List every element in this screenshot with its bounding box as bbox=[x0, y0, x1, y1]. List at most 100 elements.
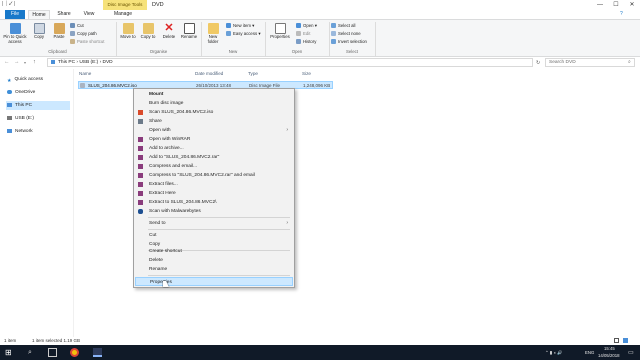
new-folder-button[interactable]: New folder bbox=[203, 23, 223, 44]
move-to-icon bbox=[122, 23, 134, 34]
copy-to-button[interactable]: Copy to bbox=[139, 23, 157, 39]
open-button[interactable]: Open ▾ bbox=[296, 23, 317, 29]
menu-item-add-archive[interactable]: Add to archive... bbox=[135, 144, 293, 153]
menu-item-share[interactable]: Share bbox=[135, 117, 293, 126]
copy-to-icon bbox=[142, 23, 154, 34]
menu-item-open-winrar[interactable]: Open with WinRAR bbox=[135, 135, 293, 144]
pin-label: Pin to Quick access bbox=[3, 34, 27, 44]
nav-network[interactable]: Network bbox=[6, 127, 70, 136]
menu-separator bbox=[148, 229, 290, 230]
history-label: History bbox=[303, 39, 317, 44]
help-icon[interactable]: ? bbox=[620, 11, 623, 17]
clock-time[interactable]: 15:45 bbox=[604, 346, 615, 351]
nav-usb[interactable]: USB (E:) bbox=[6, 114, 70, 123]
menu-item-extract-files[interactable]: Extract files... bbox=[135, 180, 293, 189]
address-field[interactable]: This PC › USB (E:) › DVD bbox=[47, 58, 533, 67]
open-icon bbox=[296, 23, 301, 29]
quick-access-toolbar[interactable]: | ⏐ ✓ | bbox=[2, 1, 15, 7]
menu-label: Extract files... bbox=[149, 182, 178, 187]
paste-shortcut-button[interactable]: Paste shortcut bbox=[70, 39, 104, 45]
nav-onedrive[interactable]: OneDrive bbox=[6, 88, 70, 97]
minimize-button[interactable]: — bbox=[592, 0, 608, 10]
maximize-button[interactable]: ☐ bbox=[608, 0, 624, 10]
submenu-arrow-icon: › bbox=[286, 127, 288, 133]
column-size[interactable]: Size bbox=[302, 71, 311, 76]
cut-button[interactable]: Cut bbox=[70, 23, 84, 29]
edit-button[interactable]: Edit bbox=[296, 31, 311, 37]
menu-item-burn[interactable]: Burn disc image bbox=[135, 99, 293, 108]
select-all-button[interactable]: Select all bbox=[331, 23, 355, 29]
nav-quick-access[interactable]: ★ Quick access bbox=[6, 75, 70, 84]
easy-access-button[interactable]: Easy access ▾ bbox=[226, 31, 260, 37]
recent-dropdown-icon[interactable]: ▾ bbox=[24, 60, 26, 65]
move-to-button[interactable]: Move to bbox=[119, 23, 137, 39]
winrar-icon bbox=[138, 200, 143, 205]
menu-item-create-shortcut[interactable]: Create shortcut bbox=[135, 247, 293, 256]
tab-home[interactable]: Home bbox=[28, 10, 50, 19]
search-icon[interactable]: ⌕ bbox=[28, 348, 37, 357]
paste-shortcut-icon bbox=[70, 39, 75, 45]
menu-item-properties[interactable]: Properties bbox=[135, 277, 293, 286]
menu-item-delete[interactable]: Delete bbox=[135, 256, 293, 265]
address-bar-row: ← → ▾ ↑ This PC › USB (E:) › DVD ↻ Searc… bbox=[0, 57, 640, 68]
menu-item-compress-rar-email[interactable]: Compress to "SLUS_204.86.MVC2.rar" and e… bbox=[135, 171, 293, 180]
menu-item-add-rar[interactable]: Add to "SLUS_204.86.MVC2.rar" bbox=[135, 153, 293, 162]
column-type[interactable]: Type bbox=[248, 71, 258, 76]
network-icon bbox=[7, 128, 12, 133]
column-name[interactable]: Name bbox=[79, 71, 91, 76]
up-arrow-icon[interactable]: ↑ bbox=[33, 59, 36, 65]
new-item-button[interactable]: New item ▾ bbox=[226, 23, 254, 29]
history-icon bbox=[296, 39, 301, 45]
search-input[interactable]: Search DVD bbox=[545, 58, 635, 67]
menu-item-extract-here[interactable]: Extract Here bbox=[135, 189, 293, 198]
tab-view[interactable]: View bbox=[80, 10, 98, 19]
column-date-modified[interactable]: Date modified bbox=[195, 71, 223, 76]
menu-item-send-to[interactable]: Send to › bbox=[135, 219, 293, 228]
menu-item-mount[interactable]: Mount bbox=[135, 90, 293, 99]
back-arrow-icon[interactable]: ← bbox=[4, 59, 10, 65]
copy-button[interactable]: Copy bbox=[30, 23, 48, 39]
nav-this-pc[interactable]: This PC bbox=[6, 101, 70, 110]
menu-item-cut[interactable]: Cut bbox=[135, 231, 293, 240]
chrome-icon[interactable] bbox=[70, 348, 79, 357]
close-button[interactable]: ✕ bbox=[624, 0, 640, 10]
menu-item-open-with[interactable]: Open with › bbox=[135, 126, 293, 135]
clock-date[interactable]: 14/05/2018 bbox=[598, 353, 620, 358]
rename-button[interactable]: Rename bbox=[179, 23, 199, 39]
edit-label: Edit bbox=[303, 31, 311, 36]
pin-quick-access-button[interactable]: Pin to Quick access bbox=[2, 23, 28, 44]
winrar-icon bbox=[138, 164, 143, 169]
select-none-button[interactable]: Select none bbox=[331, 31, 361, 37]
select-none-label: Select none bbox=[338, 31, 361, 36]
language-indicator[interactable]: ENG bbox=[585, 350, 594, 355]
tray-icons[interactable]: ⌃ ▮ ◖ 🔊 bbox=[545, 350, 563, 356]
window-title: DVD bbox=[152, 2, 164, 8]
file-explorer-icon[interactable] bbox=[93, 348, 102, 357]
invert-selection-button[interactable]: Invert selection bbox=[331, 39, 367, 45]
delete-button[interactable]: ✕ Delete bbox=[160, 23, 178, 40]
menu-item-malwarebytes[interactable]: Scan with Malwarebytes bbox=[135, 207, 293, 216]
history-button[interactable]: History bbox=[296, 39, 317, 45]
context-tab-disc-image-tools[interactable]: Disc Image Tools bbox=[103, 0, 147, 10]
open-label: Open bbox=[303, 23, 314, 28]
details-view-icon[interactable] bbox=[614, 338, 619, 343]
menu-item-scan[interactable]: Scan SLUS_204.86.MVC2.iso bbox=[135, 108, 293, 117]
refresh-icon[interactable]: ↻ bbox=[536, 60, 540, 66]
menu-label: Add to "SLUS_204.86.MVC2.rar" bbox=[149, 155, 220, 160]
notification-icon[interactable]: ▭ bbox=[628, 349, 634, 356]
title-bar: | ⏐ ✓ | bbox=[0, 0, 640, 10]
windows-start-icon[interactable]: ⊞ bbox=[5, 348, 14, 357]
tab-share[interactable]: Share bbox=[54, 10, 74, 19]
tab-file[interactable]: File bbox=[5, 10, 25, 19]
menu-item-compress-email[interactable]: Compress and email... bbox=[135, 162, 293, 171]
tab-manage[interactable]: Manage bbox=[110, 10, 136, 19]
paste-button[interactable]: Paste bbox=[50, 23, 68, 39]
menu-item-extract-to[interactable]: Extract to SLUS_204.86.MVC2\ bbox=[135, 198, 293, 207]
task-view-icon[interactable] bbox=[48, 348, 57, 357]
large-icons-view-icon[interactable] bbox=[623, 338, 628, 343]
properties-button[interactable]: Properties bbox=[267, 23, 293, 39]
forward-arrow-icon[interactable]: → bbox=[14, 59, 20, 65]
copy-path-button[interactable]: Copy path bbox=[70, 31, 97, 37]
selection-info: 1 item selected 1.19 GB bbox=[32, 338, 81, 343]
menu-item-rename[interactable]: Rename bbox=[135, 265, 293, 274]
